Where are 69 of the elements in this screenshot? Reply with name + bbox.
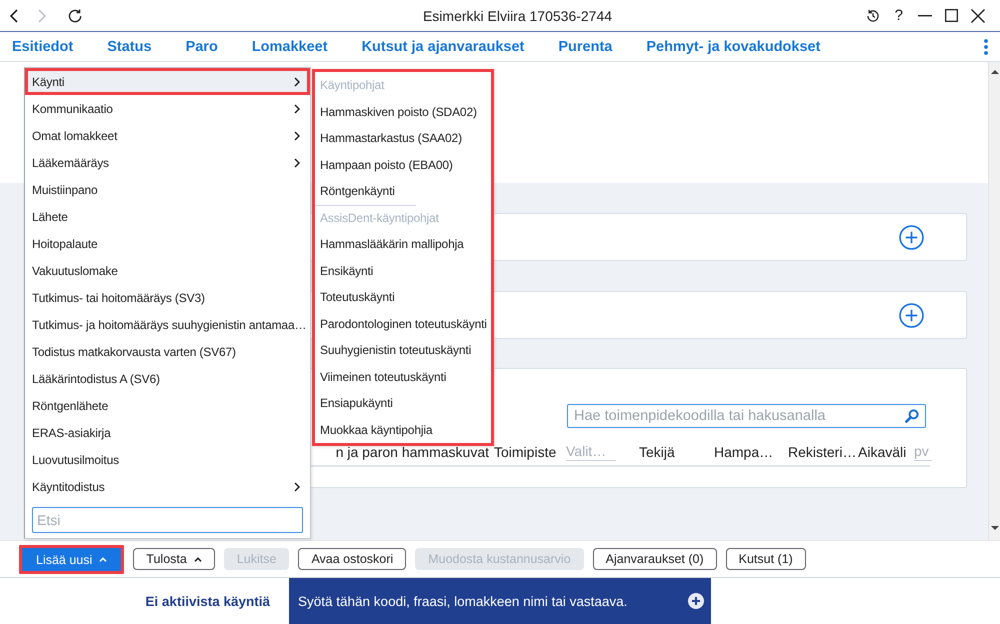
menu-group-header: Käyntipohjat <box>319 77 386 94</box>
nav-tab[interactable]: Lomakkeet <box>252 38 328 54</box>
menu-item[interactable]: Lähete <box>25 203 310 230</box>
nav-tab[interactable]: Paro <box>186 38 218 54</box>
toolbar-button[interactable]: Lisää uusi <box>19 545 124 574</box>
column-header: n ja paron hammaskuvat <box>336 444 490 460</box>
column-header: Rekisteri… <box>788 444 858 460</box>
search-icon[interactable] <box>905 409 919 423</box>
search-field[interactable]: Hae toimenpidekoodilla tai hakusanalla <box>567 404 926 428</box>
back-icon[interactable] <box>10 8 18 22</box>
column-header: Toimipiste <box>494 444 558 460</box>
status-text: Ei aktiivista käyntiä <box>145 594 270 608</box>
toolbar-button[interactable]: Avaa ostoskori <box>298 548 406 570</box>
menu-item[interactable]: Käynti <box>25 68 310 95</box>
search-field[interactable]: Etsi <box>32 507 303 533</box>
add-circle-icon[interactable] <box>899 302 924 328</box>
menu-item[interactable]: ERAS-asiakirja <box>25 419 310 446</box>
menu-item[interactable]: Hampaan poisto (EBA00) <box>315 152 491 178</box>
filter-field[interactable]: Valit… <box>566 442 616 461</box>
menu-item[interactable]: Kommunikaatio <box>25 95 310 122</box>
scroll-down-icon[interactable] <box>990 526 998 530</box>
column-header: Aikaväli <box>858 444 908 460</box>
scroll-up-icon[interactable] <box>990 70 998 74</box>
menu-item[interactable]: Röntgenkäynti <box>315 178 491 204</box>
column-header: Tekijä <box>639 444 676 460</box>
menu-item[interactable]: Käyntitodistus <box>25 473 310 500</box>
history-icon[interactable] <box>866 8 880 22</box>
menu-item[interactable]: Ensiapukäynti <box>315 390 491 416</box>
menu-item[interactable]: Muokkaa käyntipohjia <box>315 416 491 443</box>
close-icon[interactable] <box>971 8 985 22</box>
menu-item[interactable]: Muistiinpano <box>25 176 310 203</box>
plus-circle-icon[interactable] <box>688 593 704 609</box>
scrollbar[interactable] <box>988 62 1000 540</box>
column-header: Hampa… <box>714 444 774 460</box>
nav-tab[interactable]: Pehmyt- ja kovakudokset <box>646 38 820 54</box>
window-title: Esimerkki Elviira 170536-2744 <box>422 8 614 24</box>
menu-item[interactable]: Lääkemääräys <box>25 149 310 176</box>
menu-item[interactable]: Viimeinen toteutuskäynti <box>315 364 491 390</box>
nav-tab[interactable]: Purenta <box>558 38 612 54</box>
menu-item[interactable]: Omat lomakkeet <box>25 122 310 149</box>
more-icon[interactable] <box>984 38 988 54</box>
minimize-icon[interactable] <box>918 14 932 16</box>
add-circle-icon[interactable] <box>899 224 924 250</box>
menu-item[interactable]: Tutkimus- ja hoitomääräys suuhygienistin antamaa… <box>25 311 310 338</box>
toolbar-button[interactable]: Tulosta <box>133 548 215 570</box>
toolbar-button[interactable]: Ajanvaraukset (0) <box>592 548 717 570</box>
nav-tab[interactable]: Kutsut ja ajanvaraukset <box>362 38 524 54</box>
menu-item[interactable]: Hammaslääkärin mallipohja <box>315 231 491 258</box>
menu-item[interactable]: Hoitopalaute <box>25 230 310 257</box>
menu-item[interactable]: Tutkimus- tai hoitomääräys (SV3) <box>25 284 310 311</box>
toolbar-button[interactable]: Kutsut (1) <box>726 548 806 570</box>
maximize-icon[interactable] <box>945 9 958 22</box>
menu-item[interactable]: Ensikäynti <box>315 258 491 284</box>
menu-item[interactable]: Todistus matkakorvausta varten (SV67) <box>25 338 310 365</box>
menu-item[interactable]: Suuhygienistin toteutuskäynti <box>315 337 491 364</box>
menu-item[interactable]: Hammaskiven poisto (SDA02) <box>315 98 491 125</box>
menu-item[interactable]: Parodontologinen toteutuskäynti <box>315 310 491 337</box>
refresh-icon[interactable] <box>68 8 82 22</box>
filter-field[interactable]: pv <box>914 442 932 461</box>
menu-item[interactable]: Hammastarkastus (SAA02) <box>315 125 491 152</box>
menu-item[interactable]: Toteutuskäynti <box>315 284 491 310</box>
menu-item[interactable]: Luovutusilmoitus <box>25 446 310 473</box>
nav-tab[interactable]: Status <box>107 38 152 54</box>
help-button[interactable]: ? <box>892 7 905 24</box>
menu-item[interactable]: Lääkärintodistus A (SV6) <box>25 365 310 392</box>
nav-tab[interactable]: Esitiedot <box>12 38 74 54</box>
menu-item[interactable]: Vakuutuslomake <box>25 257 310 284</box>
menu-item[interactable]: Röntgenlähete <box>25 392 310 419</box>
command-field[interactable]: Syötä tähän koodi, fraasi, lomakkeen nimi tai vastaava. <box>289 578 711 624</box>
